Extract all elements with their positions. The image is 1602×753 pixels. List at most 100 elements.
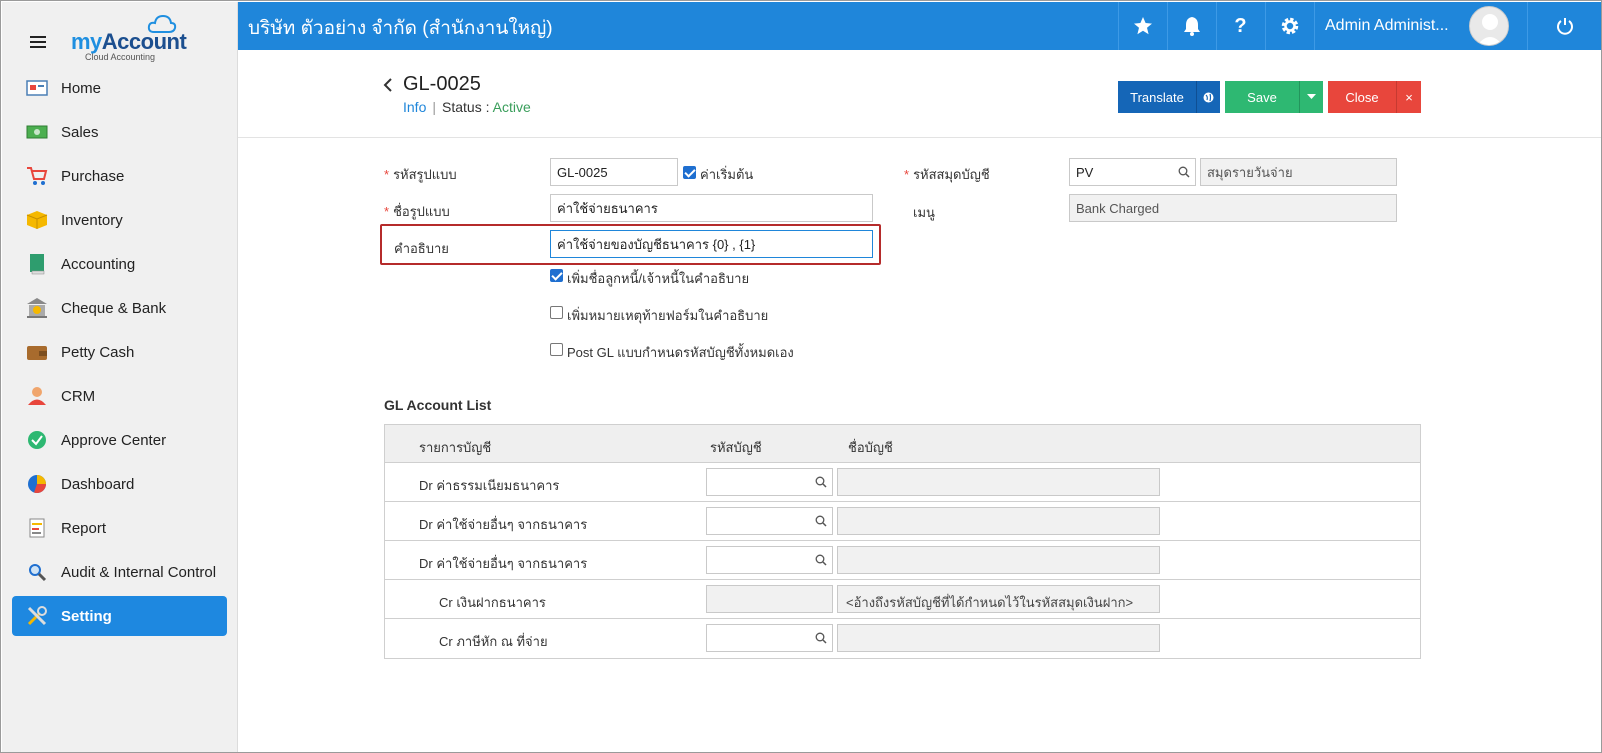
sidebar-item-petty-cash[interactable]: Petty Cash xyxy=(12,332,227,372)
book-icon xyxy=(26,253,48,275)
sidebar-item-inventory[interactable]: Inventory xyxy=(12,200,227,240)
close-button[interactable]: Close xyxy=(1328,81,1396,113)
description-input-value: ค่าใช้จ่ายของบัญชีธนาคาร {0} , {1} xyxy=(557,236,756,252)
journal-label-text: รหัสสมุดบัญชี xyxy=(913,167,990,182)
code-label-text: รหัสรูปแบบ xyxy=(393,167,457,182)
description-input[interactable]: ค่าใช้จ่ายของบัญชีธนาคาร {0} , {1} xyxy=(550,230,873,258)
default-checkbox-label: ค่าเริ่มต้น xyxy=(700,167,754,182)
sidebar-item-approve-center[interactable]: Approve Center xyxy=(12,420,227,460)
name-label-text: ชื่อรูปแบบ xyxy=(393,204,450,219)
sidebar-item-label: Sales xyxy=(61,123,99,141)
save-button[interactable]: Save xyxy=(1225,81,1299,113)
add-debtor-creditor-label: เพิ่มชื่อลูกหนี้/เจ้าหนี้ในคำอธิบาย xyxy=(567,271,750,286)
account-code-input[interactable] xyxy=(706,468,833,496)
search-icon[interactable] xyxy=(815,554,827,566)
sidebar-item-label: Purchase xyxy=(61,167,125,185)
account-name-field: <อ้างถึงรหัสบัญชีที่ได้กำหนดไว้ในรหัสสมุ… xyxy=(837,585,1160,613)
journal-label: * รหัสสมุดบัญชี xyxy=(904,167,990,182)
sidebar-item-label: Accounting xyxy=(61,255,136,273)
hamburger-menu-icon[interactable] xyxy=(30,36,46,48)
code-input[interactable]: GL-0025 xyxy=(550,158,678,186)
search-icon[interactable] xyxy=(1178,166,1190,178)
sidebar-item-home[interactable]: Home xyxy=(12,68,227,108)
status-badge: Active xyxy=(492,99,531,115)
user-name-text: Admin Administ... xyxy=(1325,17,1449,34)
account-code-input[interactable] xyxy=(706,624,833,652)
magnifier-icon xyxy=(26,561,48,583)
status-colon: : xyxy=(485,99,490,115)
col-name-header: ชื่อบัญชี xyxy=(848,440,893,455)
globe-icon[interactable] xyxy=(1196,81,1220,113)
crm-icon xyxy=(26,385,48,407)
row-description: Cr ภาษีหัก ณ ที่จ่าย xyxy=(439,634,548,649)
account-code-readonly xyxy=(706,585,833,613)
default-checkbox[interactable] xyxy=(683,166,696,179)
help-icon[interactable]: ? xyxy=(1216,2,1264,50)
check-circle-icon xyxy=(26,429,48,451)
sidebar-item-purchase[interactable]: Purchase xyxy=(12,156,227,196)
sidebar-item-sales[interactable]: Sales xyxy=(12,112,227,152)
row-description: Cr เงินฝากธนาคาร xyxy=(439,595,546,610)
save-dropdown-caret-icon[interactable] xyxy=(1299,81,1323,113)
row-description: Dr ค่าใช้จ่ายอื่นๆ จากธนาคาร xyxy=(419,517,588,532)
back-chevron-icon[interactable] xyxy=(383,76,393,97)
bank-icon xyxy=(26,297,48,319)
status-label: Status xyxy=(442,99,482,115)
favorite-star-icon[interactable] xyxy=(1118,2,1166,50)
table-row: Dr ค่าธรรมเนียมธนาคาร xyxy=(385,463,1420,502)
add-debtor-creditor-checkbox[interactable] xyxy=(550,269,563,282)
post-gl-manual-checkbox[interactable] xyxy=(550,343,563,356)
notification-bell-icon[interactable] xyxy=(1167,2,1215,50)
table-row: Dr ค่าใช้จ่ายอื่นๆ จากธนาคาร xyxy=(385,502,1420,541)
sidebar-item-audit[interactable]: Audit & Internal Control xyxy=(12,552,227,592)
app-logo[interactable]: myAccount Cloud Accounting xyxy=(71,14,191,64)
sidebar-item-dashboard[interactable]: Dashboard xyxy=(12,464,227,504)
box-icon xyxy=(26,209,48,231)
sidebar-item-report[interactable]: Report xyxy=(12,508,227,548)
code-label: * รหัสรูปแบบ xyxy=(384,167,457,182)
page-title: GL-0025 xyxy=(403,73,481,95)
row-description: Dr ค่าธรรมเนียมธนาคาร xyxy=(419,478,560,493)
account-name-field xyxy=(837,468,1160,496)
sidebar-item-crm[interactable]: CRM xyxy=(12,376,227,416)
search-icon[interactable] xyxy=(815,515,827,527)
sidebar-item-label: Petty Cash xyxy=(61,343,135,361)
top-bar: บริษัท ตัวอย่าง จำกัด (สำนักงานใหญ่) ? A… xyxy=(238,2,1601,50)
journal-code-value: PV xyxy=(1076,164,1094,180)
avatar[interactable] xyxy=(1469,6,1509,46)
add-footnote-checkbox[interactable] xyxy=(550,306,563,319)
translate-button[interactable]: Translate xyxy=(1118,81,1196,113)
sidebar-item-label: Home xyxy=(61,79,102,97)
row-description: Dr ค่าใช้จ่ายอื่นๆ จากธนาคาร xyxy=(419,556,588,571)
menu-value: Bank Charged xyxy=(1076,200,1160,216)
sidebar-item-setting[interactable]: Setting xyxy=(12,596,227,636)
account-code-input[interactable] xyxy=(706,507,833,535)
power-icon[interactable] xyxy=(1527,2,1601,50)
name-input[interactable]: ค่าใช้จ่ายธนาคาร xyxy=(550,194,873,222)
logo-subtitle: Cloud Accounting xyxy=(85,52,156,62)
sidebar-item-cheque-bank[interactable]: Cheque & Bank xyxy=(12,288,227,328)
company-name: บริษัท ตัวอย่าง จำกัด (สำนักงานใหญ่) xyxy=(248,18,553,39)
close-icon[interactable]: × xyxy=(1396,81,1421,113)
gl-account-list-title: GL Account List xyxy=(384,397,492,413)
search-icon[interactable] xyxy=(815,476,827,488)
table-row: Cr เงินฝากธนาคาร <อ้างถึงรหัสบัญชีที่ได้… xyxy=(385,580,1420,619)
wallet-icon xyxy=(26,341,48,363)
sidebar-item-label: Audit & Internal Control xyxy=(61,563,217,581)
account-code-input[interactable] xyxy=(706,546,833,574)
table-row: Dr ค่าใช้จ่ายอื่นๆ จากธนาคาร xyxy=(385,541,1420,580)
sidebar-item-accounting[interactable]: Accounting xyxy=(12,244,227,284)
gear-icon[interactable] xyxy=(1265,2,1313,50)
menu-field: Bank Charged xyxy=(1069,194,1397,222)
sidebar-item-label: Inventory xyxy=(61,211,123,229)
tools-icon xyxy=(26,605,48,627)
sidebar-menu: Home Sales Purchase Inventory Accounting… xyxy=(12,68,227,640)
search-icon[interactable] xyxy=(815,632,827,644)
journal-name-field: สมุดรายวันจ่าย xyxy=(1200,158,1397,186)
document-meta: Info | Status : Active xyxy=(403,99,531,115)
info-link[interactable]: Info xyxy=(403,99,426,115)
logo-my: my xyxy=(71,29,102,54)
add-footnote-label: เพิ่มหมายเหตุท้ายฟอร์มในคำอธิบาย xyxy=(567,308,769,323)
journal-code-input[interactable]: PV xyxy=(1069,158,1196,186)
menu-label: เมนู xyxy=(913,205,935,220)
